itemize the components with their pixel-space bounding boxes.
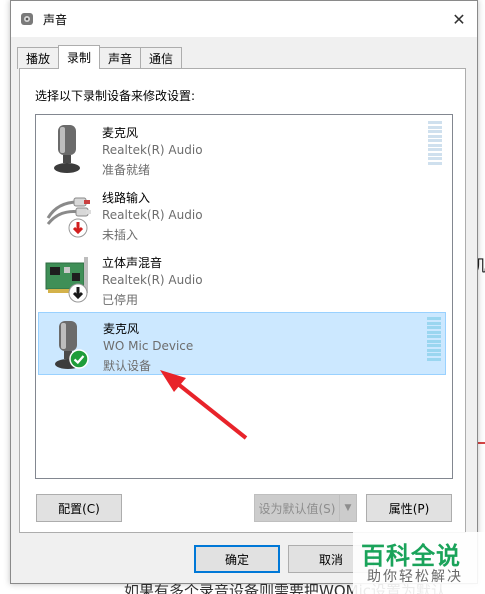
device-status: 默认设备: [103, 359, 152, 373]
microphone-icon: [45, 319, 93, 371]
title-bar: 声音: [11, 1, 477, 37]
sound-dialog: 声音 ✕ 播放 录制 声音 通信 选择以下录制设备来修改设置: 麦克风 Real…: [10, 0, 478, 584]
tab-recording[interactable]: 录制: [58, 45, 101, 69]
set-default-dropdown-button[interactable]: ▼: [339, 494, 357, 522]
device-name: 麦克风: [102, 126, 139, 140]
instruction-text: 选择以下录制设备来修改设置:: [35, 89, 196, 103]
level-meter: [428, 121, 442, 165]
device-name: 立体声混音: [102, 256, 163, 270]
device-status: 未插入: [102, 228, 139, 242]
speaker-icon: [19, 11, 35, 27]
tab-communications[interactable]: 通信: [140, 47, 183, 69]
microphone-icon: [44, 123, 92, 175]
set-default-button[interactable]: 设为默认值(S): [254, 494, 340, 522]
red-down-arrow-icon: [68, 218, 88, 241]
black-down-arrow-icon: [68, 283, 88, 306]
level-meter: [427, 317, 441, 361]
line-in-cable-icon: [44, 188, 92, 240]
recording-panel: 选择以下录制设备来修改设置: 麦克风 Realtek(R) Audio 准备就绪: [19, 68, 466, 533]
device-driver: Realtek(R) Audio: [102, 208, 203, 222]
window-title: 声音: [43, 12, 68, 27]
tab-playback[interactable]: 播放: [17, 47, 60, 69]
device-driver: Realtek(R) Audio: [102, 273, 203, 287]
watermark-subtitle: 助你轻松解决: [367, 569, 463, 585]
tab-bar: 播放 录制 声音 通信: [17, 45, 183, 69]
list-item-selected[interactable]: 麦克风 WO Mic Device 默认设备: [38, 312, 446, 375]
tab-sounds[interactable]: 声音: [99, 47, 142, 69]
device-status: 准备就绪: [102, 163, 151, 177]
list-item[interactable]: 立体声混音 Realtek(R) Audio 已停用: [38, 247, 446, 310]
list-item[interactable]: 线路输入 Realtek(R) Audio 未插入: [38, 182, 446, 245]
close-icon: ✕: [452, 9, 466, 29]
device-driver: WO Mic Device: [103, 339, 194, 353]
device-name: 麦克风: [103, 322, 140, 336]
ok-button[interactable]: 确定: [194, 545, 280, 573]
close-button[interactable]: ✕: [449, 9, 469, 29]
device-list[interactable]: 麦克风 Realtek(R) Audio 准备就绪 线路输入 Realtek(R…: [35, 114, 453, 479]
sound-card-icon: [44, 253, 92, 305]
chevron-down-icon: ▼: [344, 503, 352, 513]
configure-button[interactable]: 配置(C): [36, 494, 122, 522]
device-status: 已停用: [102, 293, 139, 307]
green-check-icon: [69, 349, 89, 372]
properties-button[interactable]: 属性(P): [366, 494, 452, 522]
device-driver: Realtek(R) Audio: [102, 143, 203, 157]
watermark: 百科全说 助你轻松解决: [353, 532, 485, 594]
device-name: 线路输入: [102, 191, 151, 205]
list-item[interactable]: 麦克风 Realtek(R) Audio 准备就绪: [38, 117, 446, 180]
